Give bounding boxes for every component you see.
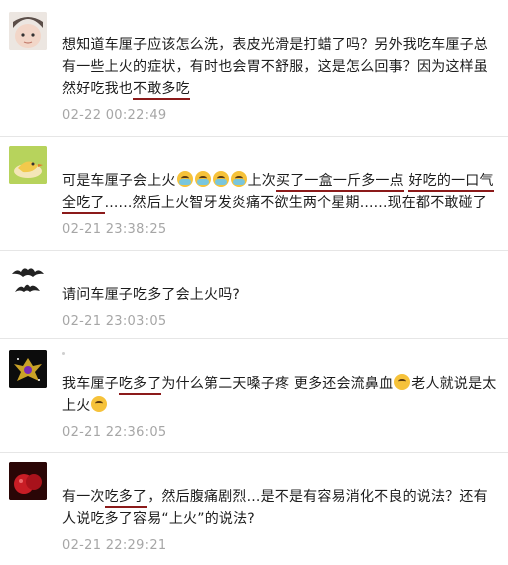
baby-photo-avatar[interactable] xyxy=(9,12,47,50)
comment-text: 请问车厘子吃多了会上火吗? xyxy=(62,284,500,306)
comment-text-segment: 请问车厘子吃多了会上火吗? xyxy=(62,287,241,303)
divider xyxy=(0,250,508,251)
sweating-face-icon xyxy=(91,396,108,412)
crying-face-icon xyxy=(212,171,229,187)
dot-marker xyxy=(62,352,65,355)
crying-face-icon xyxy=(230,171,247,187)
highlighted-text: 吃多了 xyxy=(104,489,148,508)
highlighted-text: 吃多了 xyxy=(118,376,162,395)
comment-text-segment: ......然后上火智牙发炎痛不欲生两个星期......现在都不敢碰了 xyxy=(104,195,488,211)
comment-text: 想知道车厘子应该怎么洗，表皮光滑是打蜡了吗？另外我吃车厘子总有一些上火的症状，有… xyxy=(62,34,500,100)
highlighted-text: 买了一盒一斤多一点 xyxy=(276,173,404,192)
comment-text-segment: 可是车厘子会上火 xyxy=(62,173,176,189)
comment-timestamp: 02-21 23:03:05 xyxy=(62,314,167,329)
crying-face-icon xyxy=(176,171,193,187)
highlighted-text: 不敢多吃 xyxy=(133,81,190,100)
comment-text-segment: 上次 xyxy=(247,173,277,189)
cherries-avatar[interactable] xyxy=(9,462,47,500)
comment-text: 可是车厘子会上火 上次买了一盒一斤多一点 好吃的一口气全吃了......然后上火智… xyxy=(62,170,500,214)
cartoon-bird-avatar[interactable] xyxy=(9,146,47,184)
dark-emblem-avatar[interactable] xyxy=(9,350,47,388)
comment-text: 有一次吃多了，然后腹痛剧烈...是不是有容易消化不良的说法？还有人说吃多了容易“… xyxy=(62,486,500,530)
divider xyxy=(0,136,508,137)
comment-text-segment: 为什么第二天嗓子疼 更多还会流鼻血 xyxy=(161,376,394,392)
divider xyxy=(0,452,508,453)
comment-text-segment: 有一次 xyxy=(62,489,105,505)
comment-timestamp: 02-21 22:36:05 xyxy=(62,425,167,440)
comment-text: 我车厘子吃多了为什么第二天嗓子疼 更多还会流鼻血 老人就说是太上火 xyxy=(62,373,500,417)
comment-text-segment: 想知道车厘子应该怎么洗，表皮光滑是打蜡了吗？另外我吃车厘子总有一些上火的症状，有… xyxy=(62,37,488,97)
comment-text-segment: 我车厘子 xyxy=(62,376,119,392)
divider xyxy=(0,338,508,339)
comment-timestamp: 02-21 23:38:25 xyxy=(62,222,167,237)
nosebleed-face-icon xyxy=(394,374,411,390)
comment-timestamp: 02-21 22:29:21 xyxy=(62,538,167,553)
crying-face-icon xyxy=(194,171,211,187)
bat-avatar[interactable] xyxy=(9,260,47,298)
comment-timestamp: 02-22 00:22:49 xyxy=(62,108,167,123)
